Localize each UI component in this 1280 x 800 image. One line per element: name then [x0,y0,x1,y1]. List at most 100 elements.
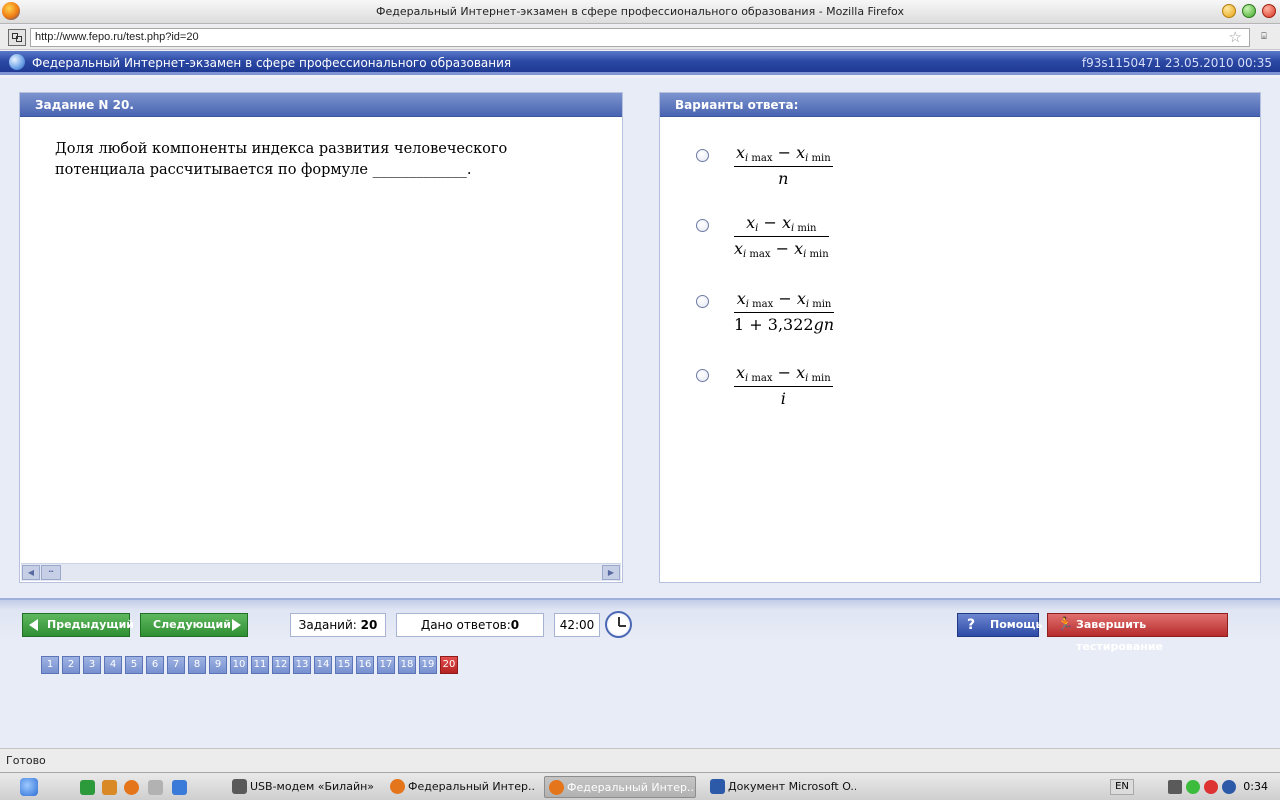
site-identity-icon[interactable] [8,29,26,46]
status-text: Готово [6,754,46,767]
page-link-10[interactable]: 10 [230,656,248,674]
answer-radio[interactable] [696,149,709,162]
timer: 42:00 [554,613,600,637]
main-area: Задание N 20. Доля любой компоненты инде… [0,78,1280,598]
page-link-1[interactable]: 1 [41,656,59,674]
answer-formula: xi − xi min xi max − xi min [734,213,829,260]
close-button[interactable] [1262,4,1276,18]
answers-heading: Варианты ответа: [660,93,1260,117]
tasks-count: 20 [360,618,378,632]
system-tray: EN 0:34 [1110,773,1280,800]
address-bar: http://www.fepo.ru/test.php?id=20 ☆ ⌸ [0,25,1280,50]
page-link-20[interactable]: 20 [440,656,458,674]
taskbar: USB-модем «Билайн» Федеральный Интер... … [0,772,1280,800]
app-header: Федеральный Интернет-экзамен в сфере про… [0,51,1280,75]
taskbar-item[interactable]: Федеральный Интер... [386,776,536,798]
tasks-counter: Заданий: 20 [290,613,386,637]
tray-clock: 0:34 [1243,780,1268,793]
previous-label: Предыдущий [47,618,135,631]
start-icon[interactable] [20,778,38,796]
page-link-14[interactable]: 14 [314,656,332,674]
runner-icon: 🏃 [1057,617,1074,632]
tasks-label: Заданий: [298,618,357,632]
firefox-icon [390,779,405,794]
page-link-12[interactable]: 12 [272,656,290,674]
page-link-5[interactable]: 5 [125,656,143,674]
question-heading: Задание N 20. [20,93,622,117]
previous-button[interactable]: Предыдущий [22,613,134,637]
page-link-4[interactable]: 4 [104,656,122,674]
arrow-left-icon [29,619,38,631]
network-icon[interactable] [1168,780,1182,794]
page-link-2[interactable]: 2 [62,656,80,674]
quicklaunch-app-icon[interactable] [148,780,163,795]
finish-label: Завершить тестирование [1076,618,1164,653]
page-link-9[interactable]: 9 [209,656,227,674]
answer-radio[interactable] [696,295,709,308]
taskbar-item-label: Документ Microsoft O... [728,780,856,793]
page-link-8[interactable]: 8 [188,656,206,674]
answer-formula: xi max − xi min 1 + 3,322gn [734,289,835,334]
help-label: Помощь [990,618,1043,631]
scroll-left-arrow-icon[interactable]: ◀ [22,565,40,580]
scroll-right-arrow-icon[interactable]: ▶ [602,565,620,580]
page-link-3[interactable]: 3 [83,656,101,674]
answers-counter: Дано ответов:0 [396,613,544,637]
taskbar-item[interactable]: USB-модем «Билайн» [228,776,378,798]
answer-radio[interactable] [696,369,709,382]
status-bar: Готово [0,748,1280,772]
page-link-11[interactable]: 11 [251,656,269,674]
page-link-13[interactable]: 13 [293,656,311,674]
arrow-right-icon [232,619,241,631]
finish-test-button[interactable]: 🏃 Завершить тестирование [1047,613,1228,653]
quicklaunch-app-icon[interactable] [80,780,95,795]
taskbar-item-active[interactable]: Федеральный Интер... [544,776,696,798]
answer-formula: xi max − xi min i [734,363,833,408]
taskbar-item-label: Федеральный Интер... [567,781,696,794]
page-link-18[interactable]: 18 [398,656,416,674]
page-link-15[interactable]: 15 [335,656,353,674]
page-link-7[interactable]: 7 [167,656,185,674]
answers-panel: Варианты ответа: xi max − xi min n xi − … [659,92,1261,583]
taskbar-item-label: Федеральный Интер... [408,780,536,793]
next-button[interactable]: Следующий [140,613,248,637]
help-button[interactable]: ? Помощь [957,613,1043,637]
bookmark-star-icon[interactable]: ☆ [1229,29,1242,45]
page-link-6[interactable]: 6 [146,656,164,674]
security-ok-icon[interactable] [1186,780,1200,794]
page-link-16[interactable]: 16 [356,656,374,674]
page-link-19[interactable]: 19 [419,656,437,674]
volume-muted-icon[interactable] [1204,780,1218,794]
clock-icon [605,611,632,638]
globe-icon [9,54,25,70]
taskbar-item[interactable]: Документ Microsoft O... [706,776,856,798]
window-titlebar: Федеральный Интернет-экзамен в сфере про… [0,0,1280,24]
url-input[interactable]: http://www.fepo.ru/test.php?id=20 [30,28,1250,47]
app-tray-icon[interactable] [1222,780,1236,794]
answer-formula: xi max − xi min n [734,143,833,188]
minimize-button[interactable] [1222,4,1236,18]
answers-count: 0 [510,618,520,632]
next-label: Следующий [153,618,231,631]
language-indicator[interactable]: EN [1110,779,1134,795]
window-title: Федеральный Интернет-экзамен в сфере про… [376,5,904,18]
question-panel: Задание N 20. Доля любой компоненты инде… [19,92,623,583]
taskbar-item-label: USB-модем «Билайн» [250,780,375,793]
control-band: Предыдущий Следующий Заданий: 20 Дано от… [0,598,1280,748]
session-info: f93s1150471 23.05.2010 00:35 [1081,56,1272,70]
firefox-icon [549,780,564,795]
quicklaunch-firefox-icon[interactable] [124,780,139,795]
page-link-17[interactable]: 17 [377,656,395,674]
quicklaunch-app-icon[interactable] [172,780,187,795]
feed-icon[interactable]: ⌸ [1256,29,1272,45]
answer-radio[interactable] [696,219,709,232]
horizontal-scrollbar[interactable]: ◀ ┅ ▶ [21,563,621,581]
quicklaunch-app-icon[interactable] [102,780,117,795]
question-mark-icon: ? [967,617,976,633]
answers-label: Дано ответов: [420,618,511,632]
scroll-thumb[interactable]: ┅ [41,565,61,580]
word-document-icon [710,779,725,794]
app-title: Федеральный Интернет-экзамен в сфере про… [32,56,512,70]
maximize-button[interactable] [1242,4,1256,18]
modem-icon [232,779,247,794]
